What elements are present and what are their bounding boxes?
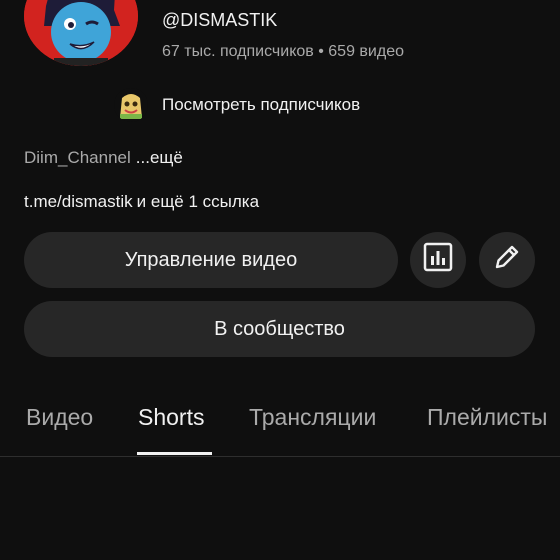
subscriber-avatar-icon xyxy=(114,88,148,122)
view-subscribers-label: Посмотреть подписчиков xyxy=(162,95,361,114)
analytics-button[interactable] xyxy=(410,232,466,288)
community-button[interactable]: В сообщество xyxy=(24,301,535,357)
channel-links[interactable]: t.me/dismastik и ещё 1 ссылка xyxy=(24,192,259,212)
channel-description[interactable]: Diim_Channel ...ещё xyxy=(24,148,183,168)
channel-tabs: Видео Shorts Трансляции Плейлисты xyxy=(0,386,560,457)
bar-chart-icon xyxy=(422,241,454,279)
edit-channel-button[interactable] xyxy=(479,232,535,288)
channel-avatar[interactable] xyxy=(24,0,138,66)
description-more-link[interactable]: ...ещё xyxy=(136,148,183,167)
tab-playlists[interactable]: Плейлисты xyxy=(427,404,547,431)
channel-link[interactable]: t.me/dismastik xyxy=(24,192,133,211)
tab-videos[interactable]: Видео xyxy=(26,404,93,431)
community-label: В сообщество xyxy=(214,317,345,340)
avatar-image xyxy=(24,0,138,66)
active-tab-indicator xyxy=(137,452,212,455)
manage-videos-label: Управление видео xyxy=(124,248,298,271)
pencil-icon xyxy=(492,242,522,278)
manage-videos-button[interactable]: Управление видео xyxy=(24,232,398,288)
view-subscribers-button[interactable]: Посмотреть подписчиков xyxy=(114,87,360,123)
tab-shorts[interactable]: Shorts xyxy=(138,404,204,431)
more-links-text[interactable]: и ещё 1 ссылка xyxy=(137,192,259,211)
tab-live[interactable]: Трансляции xyxy=(249,404,376,431)
description-text: Diim_Channel xyxy=(24,148,131,167)
channel-handle: @DISMASTIK xyxy=(162,10,278,30)
channel-stats: 67 тыс. подписчиков • 659 видео xyxy=(162,43,404,60)
